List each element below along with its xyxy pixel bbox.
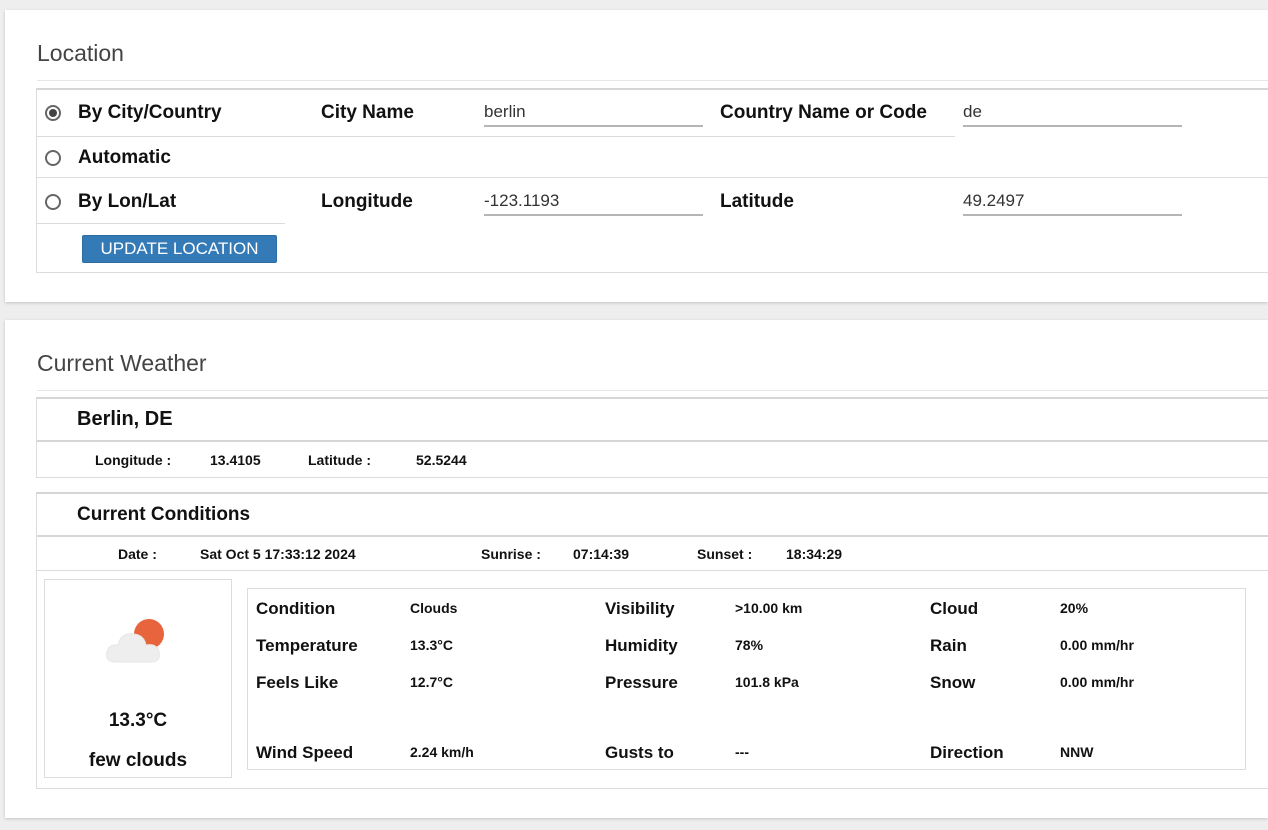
direction-label: Direction	[930, 743, 1004, 762]
feels-like-label: Feels Like	[256, 673, 339, 692]
weather-icon-panel: 13.3°C few clouds	[44, 579, 232, 778]
sunset-value: 18:34:29	[786, 546, 843, 562]
rain-label: Rain	[930, 636, 967, 655]
radio-label-by-lonlat: By Lon/Lat	[78, 191, 177, 212]
sunrise-value: 07:14:39	[573, 546, 630, 562]
title-divider	[37, 390, 1268, 391]
visibility-label: Visibility	[605, 599, 675, 618]
radio-button[interactable]	[45, 194, 61, 210]
condition-label: Condition	[256, 599, 336, 618]
section-divider	[37, 535, 1268, 537]
temperature-label: Temperature	[256, 636, 358, 655]
row-divider	[37, 136, 955, 137]
weather-details: Condition Clouds Temperature 13.3°C Feel…	[247, 588, 1246, 770]
country-input[interactable]	[963, 99, 1182, 127]
latitude-value: 52.5244	[416, 452, 467, 468]
date-value: Sat Oct 5 17:33:12 2024	[200, 546, 356, 562]
gusts-value: ---	[735, 744, 749, 760]
latitude-input[interactable]	[963, 188, 1182, 216]
latitude-label: Latitude	[720, 191, 794, 212]
radio-button-selected[interactable]	[45, 105, 61, 121]
radio-label-automatic: Automatic	[78, 147, 171, 168]
weather-description: few clouds	[88, 750, 188, 771]
city-name-label: City Name	[321, 102, 414, 123]
section-divider	[37, 440, 1268, 442]
sunrise-label: Sunrise :	[481, 546, 541, 562]
weather-title: Current Weather	[37, 350, 207, 376]
row-divider	[37, 223, 285, 224]
place-name: Berlin, DE	[77, 408, 173, 430]
cloud-value: 20%	[1060, 600, 1089, 616]
rain-value: 0.00 mm/hr	[1060, 637, 1134, 653]
longitude-value: 13.4105	[210, 452, 261, 468]
update-location-button[interactable]: UPDATE LOCATION	[82, 235, 277, 263]
wind-speed-value: 2.24 km/h	[410, 744, 474, 760]
location-card: Location By City/Country City Name Count…	[5, 10, 1268, 302]
longitude-label: Longitude :	[95, 452, 172, 468]
radio-automatic[interactable]: Automatic	[45, 147, 171, 169]
humidity-label: Humidity	[605, 636, 678, 655]
radio-by-lonlat[interactable]: By Lon/Lat	[45, 191, 176, 213]
temperature-value: 13.3°C	[410, 637, 453, 653]
humidity-value: 78%	[735, 637, 764, 653]
location-form: By City/Country City Name Country Name o…	[36, 88, 1268, 273]
title-divider	[37, 80, 1268, 81]
city-name-input[interactable]	[484, 99, 703, 127]
row-divider	[37, 177, 1268, 178]
radio-button[interactable]	[45, 150, 61, 166]
date-label: Date :	[118, 546, 157, 562]
gusts-label: Gusts to	[605, 743, 674, 762]
country-label: Country Name or Code	[720, 102, 927, 123]
snow-value: 0.00 mm/hr	[1060, 674, 1134, 690]
cloud-label: Cloud	[930, 599, 979, 618]
direction-value: NNW	[1060, 744, 1094, 760]
current-weather-card: Current Weather Berlin, DE Longitude : 1…	[5, 320, 1268, 818]
visibility-value: >10.00 km	[735, 600, 803, 616]
location-title: Location	[37, 40, 124, 66]
longitude-label: Longitude	[321, 191, 413, 212]
condition-value: Clouds	[410, 600, 458, 616]
snow-label: Snow	[930, 673, 976, 692]
conditions-title: Current Conditions	[77, 504, 251, 525]
few-clouds-icon	[106, 619, 164, 663]
radio-label-by-city: By City/Country	[78, 102, 222, 123]
latitude-label: Latitude :	[308, 452, 371, 468]
current-temperature: 13.3°C	[108, 710, 168, 731]
radio-by-city[interactable]: By City/Country	[45, 102, 222, 124]
sunset-label: Sunset :	[697, 546, 753, 562]
feels-like-value: 12.7°C	[410, 674, 453, 690]
section-divider	[37, 570, 1268, 571]
longitude-input[interactable]	[484, 188, 703, 216]
place-section: Berlin, DE Longitude : 13.4105 Latitude …	[36, 397, 1268, 478]
wind-speed-label: Wind Speed	[256, 743, 354, 762]
pressure-label: Pressure	[605, 673, 678, 692]
pressure-value: 101.8 kPa	[735, 674, 799, 690]
